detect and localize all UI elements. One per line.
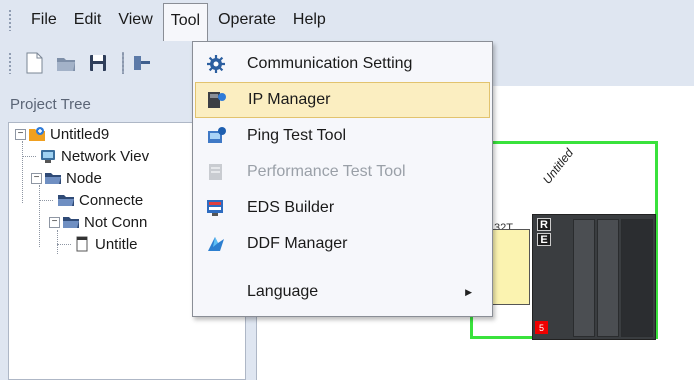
tree-connector [39,200,53,201]
submenu-arrow-icon: ▶ [465,286,472,297]
tree-connector [57,230,58,254]
collapse-icon[interactable]: − [49,216,60,228]
menu-item-label: Language [247,283,319,300]
save-icon[interactable] [88,52,108,74]
menu-item-label: Ping Test Tool [247,127,347,144]
menu-operate[interactable]: Operate [211,5,283,35]
plc-e-badge: E [537,233,551,246]
menu-item-ddf-manager[interactable]: DDF Manager [195,226,490,262]
ddf-manager-icon [205,233,227,255]
tree-item-not-connected[interactable]: − Not Conn [49,211,147,233]
menu-item-label: EDS Builder [247,199,335,216]
tree-item-connected[interactable]: Connecte [57,189,143,211]
menu-item-label: Performance Test Tool [247,163,406,180]
project-icon [28,126,46,142]
tree-item-label: Connecte [79,191,144,209]
plc-slot [597,219,619,337]
tree-item-network-view[interactable]: Network Viev [39,145,149,167]
language-icon-placeholder [205,281,227,303]
menu-item-label: DDF Manager [247,235,348,252]
plc-r-badge: R [537,218,551,231]
menu-edit[interactable]: Edit [67,5,109,35]
performance-icon [205,161,227,183]
plc-slot [621,219,653,337]
menu-help[interactable]: Help [286,5,333,35]
plc-status-badge: 5 [535,321,548,334]
tool-menu-dropdown: Communication Setting IP Manager Ping Te… [192,41,493,317]
plc-slot [573,219,595,337]
tree-connector [57,244,71,245]
tree-connector [22,156,36,157]
folder-icon [62,214,80,230]
menu-item-language[interactable]: Language ▶ [195,274,490,310]
tree-item-label: Untitled9 [50,125,110,143]
menu-item-ip-manager[interactable]: IP Manager [195,82,490,118]
tree-connector [39,185,40,247]
tree-item-label: Untitle [95,235,138,253]
tree-connector [22,141,23,203]
menu-item-performance-test-tool[interactable]: Performance Test Tool [195,154,490,190]
menu-view[interactable]: View [111,5,159,35]
toolbar-separator [122,52,124,74]
collapse-icon[interactable]: − [31,172,42,184]
collapse-icon[interactable]: − [15,128,26,140]
tree-item-untitled-device[interactable]: Untitle [73,233,138,255]
document-icon [73,236,91,252]
menu-item-communication-setting[interactable]: Communication Setting [195,46,490,82]
menu-tool[interactable]: Tool [162,3,209,41]
tree-item-label: Node [66,169,102,187]
menu-item-eds-builder[interactable]: EDS Builder [195,190,490,226]
menu-bar: File Edit View Tool Operate Help [0,0,694,41]
menu-item-label: IP Manager [248,91,331,108]
folder-icon [44,170,62,186]
monitor-icon [39,148,57,164]
tree-item-label: Network Viev [61,147,150,165]
ip-manager-icon [206,89,228,111]
new-file-icon[interactable] [24,52,44,74]
toolbar-grip[interactable] [8,52,12,74]
gear-icon [205,53,227,75]
menubar-grip[interactable] [8,9,12,31]
menu-item-label: Communication Setting [247,55,413,72]
ping-icon [205,125,227,147]
connect-icon[interactable] [132,52,152,74]
menu-item-ping-test-tool[interactable]: Ping Test Tool [195,118,490,154]
open-folder-icon[interactable] [56,52,76,74]
tree-item-node[interactable]: − Node [31,167,102,189]
folder-icon [57,192,75,208]
tree-item-label: Not Conn [84,213,148,231]
plc-device-image[interactable]: R E [532,214,656,340]
tree-item-project[interactable]: − Untitled9 [15,123,109,145]
menu-file[interactable]: File [24,5,64,35]
eds-builder-icon [205,197,227,219]
